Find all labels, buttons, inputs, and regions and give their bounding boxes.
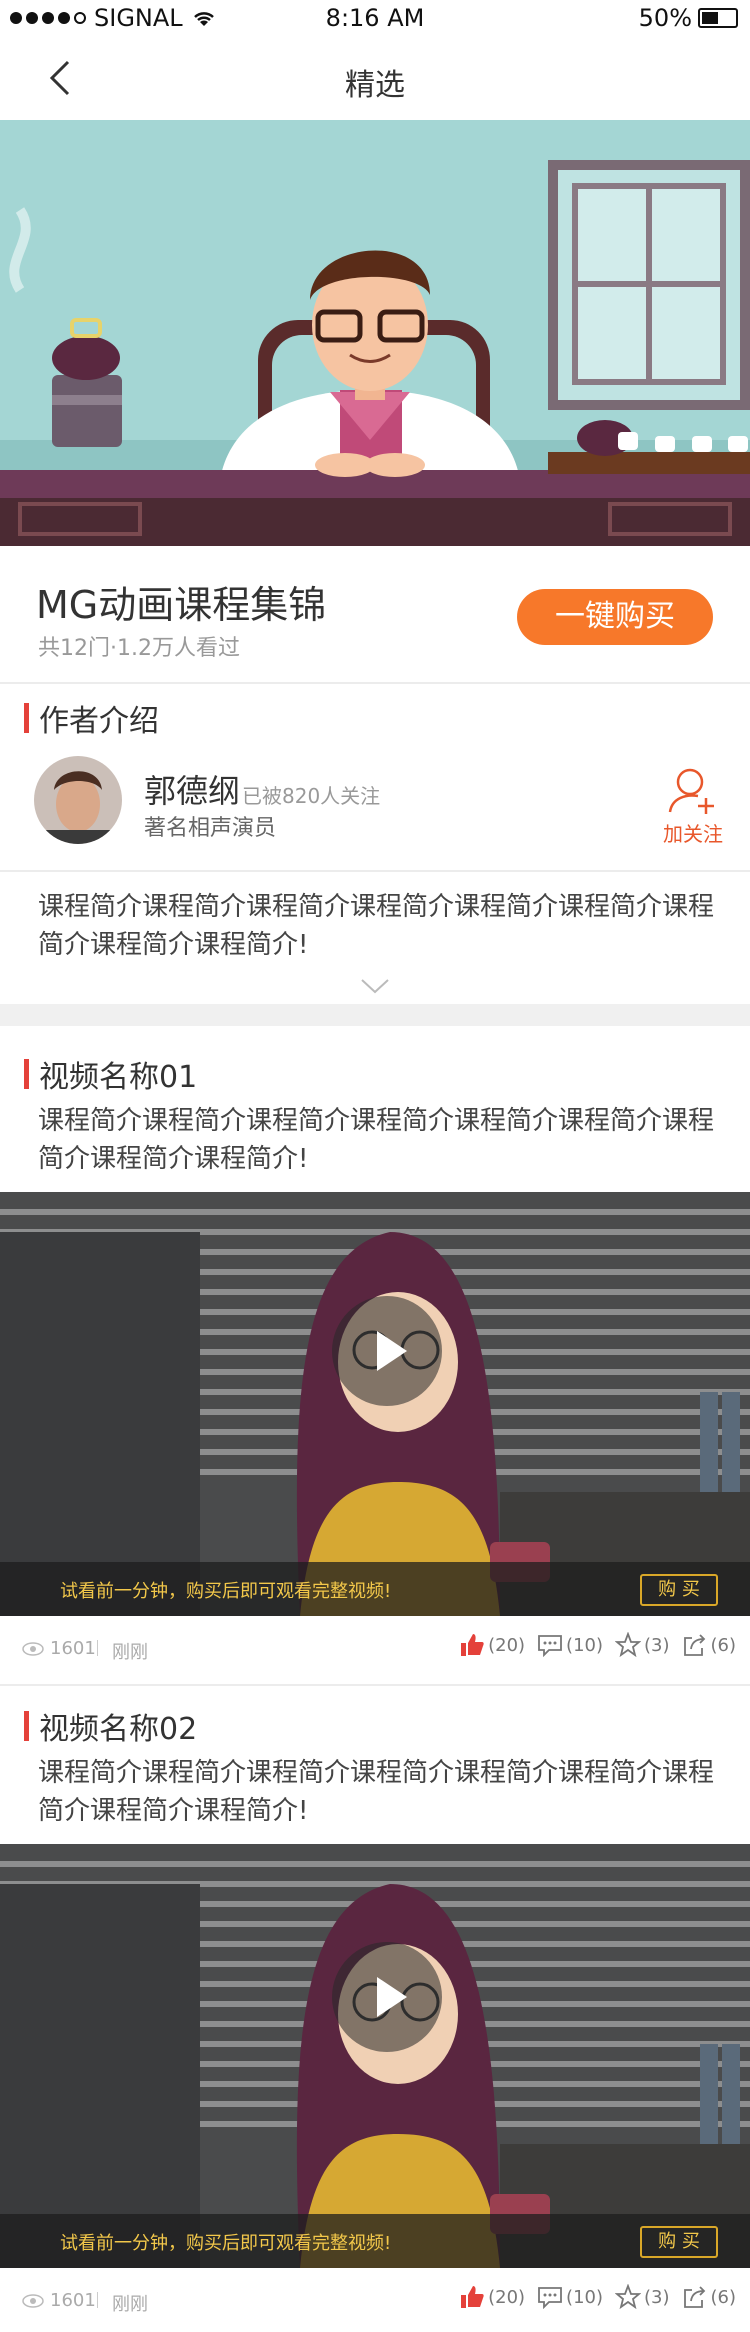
- video-description: 课程简介课程简介课程简介课程简介课程简介课程简介课程简介课程简介课程简介!: [38, 1758, 715, 1826]
- thumbs-up-icon: [461, 2286, 484, 2308]
- comment-icon: [538, 2287, 562, 2309]
- trial-hint: 试看前一分钟，购买后即可观看完整视频!: [60, 1581, 392, 1602]
- buy-all-button[interactable]: 一键购买: [517, 589, 713, 645]
- trial-hint: 试看前一分钟，购买后即可观看完整视频!: [60, 2233, 392, 2254]
- video-title-row: 视频名称01: [24, 1052, 197, 1096]
- page: { "status_bar": {"carrier": "SIGNAL", "t…: [0, 0, 750, 2332]
- favorite-count: (3): [644, 2286, 670, 2308]
- author-avatar[interactable]: [34, 756, 122, 844]
- like-count: (20): [488, 1634, 526, 1656]
- section-marker: [24, 1711, 29, 1741]
- video-stats-row: 1601 刚刚 (20) (10) (3) (6): [0, 2268, 750, 2332]
- follow-button[interactable]: 加关注: [658, 766, 728, 848]
- view-count: 1601: [22, 1638, 96, 1659]
- author-heading-text: 作者介绍: [39, 704, 159, 739]
- comment-icon: [538, 1635, 562, 1657]
- view-count-value: 1601: [50, 1638, 96, 1659]
- video-title: 视频名称02: [39, 1712, 198, 1747]
- favorite-button[interactable]: (3): [615, 2284, 670, 2310]
- play-button[interactable]: [332, 1942, 442, 2052]
- course-cover-illustration: [0, 120, 750, 546]
- favorite-button[interactable]: (3): [615, 1632, 670, 1658]
- section-marker: [24, 1059, 29, 1089]
- like-button[interactable]: (20): [459, 1632, 525, 1658]
- play-icon: [377, 1977, 407, 2017]
- view-count: 1601: [22, 2290, 96, 2311]
- star-icon: [615, 1632, 641, 1658]
- status-bar: SIGNAL 8:16 AM 50%: [0, 0, 750, 36]
- favorite-count: (3): [644, 1634, 670, 1656]
- author-follower-count: 已被820人关注: [242, 784, 381, 808]
- action-bar: (20) (10) (3) (6): [459, 1632, 736, 1658]
- divider: [0, 1684, 750, 1686]
- battery-percent: 50%: [638, 4, 692, 32]
- share-button[interactable]: (6): [682, 1632, 737, 1658]
- trial-banner: 试看前一分钟，购买后即可观看完整视频! 购 买: [0, 1562, 750, 1616]
- share-count: (6): [710, 1634, 737, 1656]
- post-time: 刚刚: [112, 2294, 148, 2315]
- share-count: (6): [710, 2286, 737, 2308]
- video-title-row: 视频名称02: [24, 1704, 197, 1748]
- comment-count: (10): [566, 2286, 603, 2308]
- trial-banner: 试看前一分钟，购买后即可观看完整视频! 购 买: [0, 2214, 750, 2268]
- video-description: 课程简介课程简介课程简介课程简介课程简介课程简介课程简介课程简介课程简介!: [38, 1106, 715, 1174]
- play-button[interactable]: [332, 1296, 442, 1406]
- course-title: MG动画课程集锦: [36, 583, 327, 627]
- author-section-heading: 作者介绍: [24, 696, 159, 740]
- play-icon: [377, 1331, 407, 1371]
- eye-icon: [22, 1641, 44, 1656]
- video-thumbnail: [0, 1844, 750, 2268]
- comment-button[interactable]: (10): [537, 1633, 603, 1657]
- course-meta: 共12门·1.2万人看过: [38, 636, 240, 661]
- chevron-down-icon[interactable]: [360, 976, 390, 996]
- divider: [0, 870, 750, 872]
- clock: 8:16 AM: [325, 4, 425, 32]
- post-time: 刚刚: [112, 1642, 148, 1663]
- like-button[interactable]: (20): [459, 2284, 525, 2310]
- author-name: 郭德纲: [144, 772, 241, 810]
- page-title: 精选: [345, 68, 405, 103]
- comment-button[interactable]: (10): [537, 2285, 603, 2309]
- author-intro-text: 课程简介课程简介课程简介课程简介课程简介课程简介课程简介课程简介课程简介!: [38, 892, 715, 960]
- video-player[interactable]: 试看前一分钟，购买后即可观看完整视频! 购 买: [0, 1844, 750, 2268]
- battery-group: 50%: [639, 4, 738, 32]
- action-bar: (20) (10) (3) (6): [459, 2284, 736, 2310]
- like-count: (20): [488, 2286, 526, 2308]
- nav-bar: 精选: [0, 36, 750, 120]
- share-button[interactable]: (6): [682, 2284, 737, 2310]
- share-icon: [683, 1634, 705, 1656]
- buy-video-button[interactable]: 购 买: [640, 1574, 718, 1606]
- view-count-value: 1601: [50, 2290, 96, 2311]
- separator: [97, 2292, 98, 2308]
- separator: [97, 1640, 98, 1656]
- video-player[interactable]: 试看前一分钟，购买后即可观看完整视频! 购 买: [0, 1192, 750, 1616]
- add-user-icon: [668, 768, 714, 814]
- video-title: 视频名称01: [39, 1060, 198, 1095]
- buy-video-button[interactable]: 购 买: [640, 2226, 718, 2258]
- section-marker: [24, 703, 29, 733]
- divider: [0, 682, 750, 684]
- share-icon: [683, 2286, 705, 2308]
- section-gap: [0, 1004, 750, 1026]
- eye-icon: [22, 2293, 44, 2308]
- author-role: 著名相声演员: [144, 816, 277, 841]
- follow-label: 加关注: [663, 822, 723, 846]
- thumbs-up-icon: [461, 1634, 484, 1656]
- battery-icon: [698, 8, 738, 28]
- comment-count: (10): [566, 1634, 603, 1656]
- star-icon: [615, 2284, 641, 2310]
- video-stats-row: 1601 刚刚 (20) (10) (3) (6): [0, 1616, 750, 1684]
